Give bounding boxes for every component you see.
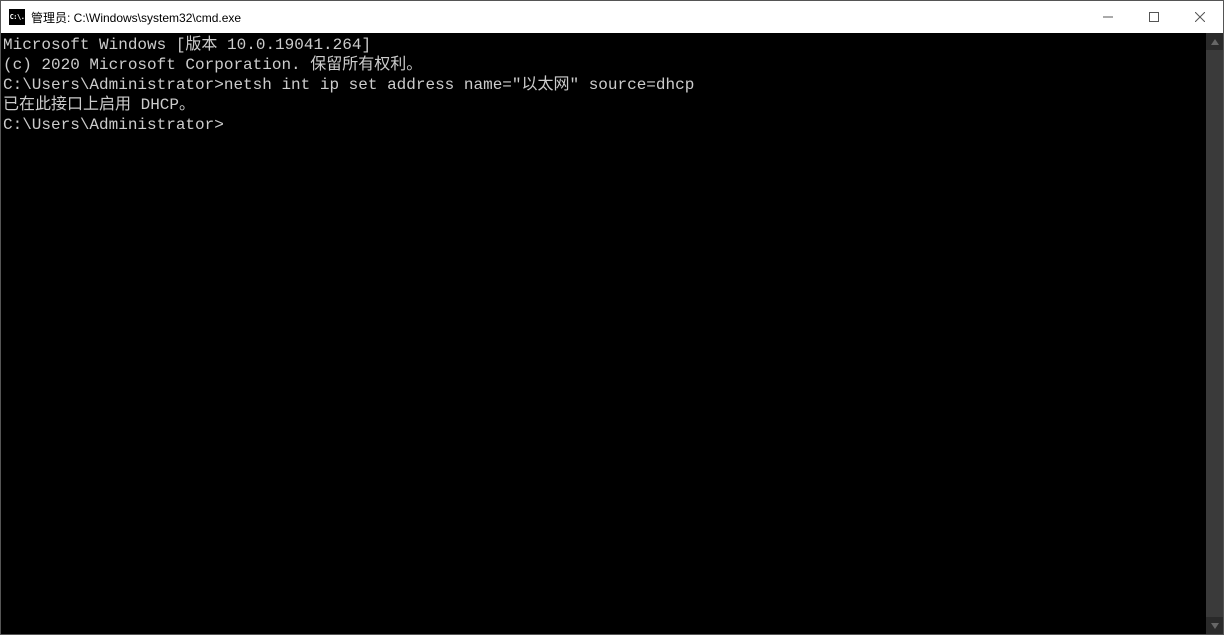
chevron-up-icon [1211,39,1219,45]
scrollbar-thumb[interactable] [1206,50,1223,617]
close-button[interactable] [1177,1,1223,33]
minimize-button[interactable] [1085,1,1131,33]
window-controls [1085,1,1223,33]
prompt-line[interactable]: C:\Users\Administrator> [3,115,1206,135]
output-line: 已在此接口上启用 DHCP。 [3,95,1206,115]
prompt: C:\Users\Administrator> [3,116,224,134]
terminal-output[interactable]: Microsoft Windows [版本 10.0.19041.264](c)… [1,33,1206,634]
window-title: 管理员: C:\Windows\system32\cmd.exe [31,9,1085,26]
scrollbar-track[interactable] [1206,50,1223,617]
titlebar[interactable]: C:\. 管理员: C:\Windows\system32\cmd.exe [1,1,1223,33]
terminal-area: Microsoft Windows [版本 10.0.19041.264](c)… [1,33,1223,634]
output-line: (c) 2020 Microsoft Corporation. 保留所有权利。 [3,55,1206,75]
close-icon [1195,12,1205,22]
maximize-button[interactable] [1131,1,1177,33]
cursor [224,116,233,134]
maximize-icon [1149,12,1159,22]
scroll-down-button[interactable] [1206,617,1223,634]
output-line: Microsoft Windows [版本 10.0.19041.264] [3,35,1206,55]
output-line: C:\Users\Administrator>netsh int ip set … [3,75,1206,95]
scroll-up-button[interactable] [1206,33,1223,50]
vertical-scrollbar[interactable] [1206,33,1223,634]
command-text: netsh int ip set address name="以太网" sour… [224,76,694,94]
prompt: C:\Users\Administrator> [3,76,224,94]
chevron-down-icon [1211,623,1219,629]
cmd-window: C:\. 管理员: C:\Windows\system32\cmd.exe Mi… [0,0,1224,635]
minimize-icon [1103,12,1113,22]
cmd-icon: C:\. [9,9,25,25]
